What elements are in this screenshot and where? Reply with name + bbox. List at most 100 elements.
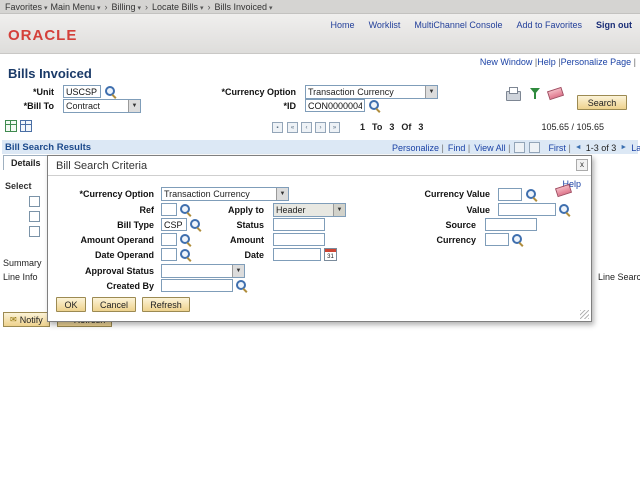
bill-to-select[interactable]: Contract <box>63 99 141 113</box>
nav-multichannel-console-link[interactable]: MultiChannel Console <box>414 20 502 30</box>
help-link[interactable]: Help <box>537 57 560 67</box>
dlg-date-operand-input[interactable] <box>161 248 177 261</box>
dlg-approval-status-label: Approval Status <box>48 266 158 276</box>
currency-option-label: *Currency Option <box>150 87 300 97</box>
dlg-amount-input[interactable] <box>273 233 325 246</box>
pager-next-icon[interactable]: ► <box>620 144 627 151</box>
nav-home-link[interactable]: Home <box>331 20 355 30</box>
bill-search-criteria-dialog: Bill Search Criteria x Help *Currency Op… <box>47 155 592 322</box>
breadcrumb-locate-bills[interactable]: Locate Bills <box>152 2 204 12</box>
chunk-prev-icon[interactable]: ‹ <box>301 122 312 133</box>
dlg-currency-input[interactable] <box>485 233 509 246</box>
row-select-checkbox[interactable] <box>29 196 40 207</box>
pager-prev-icon[interactable]: ◄ <box>575 144 582 151</box>
print-icon[interactable] <box>505 87 520 100</box>
currency-option-select[interactable]: Transaction Currency <box>305 85 438 99</box>
new-window-link[interactable]: New Window <box>480 57 537 67</box>
dlg-currency-value-input[interactable] <box>498 188 522 201</box>
date-operand-lookup-icon[interactable] <box>180 249 192 261</box>
dlg-bill-type-label: Bill Type <box>48 220 158 230</box>
chunk-to-label: To <box>372 122 382 132</box>
amount-operand-lookup-icon[interactable] <box>180 234 192 246</box>
cancel-button[interactable]: Cancel <box>92 297 136 312</box>
unit-label: *Unit <box>0 87 58 97</box>
chevron-down-icon <box>232 265 244 277</box>
eraser-icon[interactable] <box>546 86 563 100</box>
download-icon[interactable] <box>529 142 540 153</box>
dlg-source-input[interactable] <box>485 218 537 231</box>
row-select-checkbox[interactable] <box>29 211 40 222</box>
chevron-down-icon <box>333 204 345 216</box>
ref-lookup-icon[interactable] <box>180 204 192 216</box>
view-all-link[interactable]: View All <box>474 143 510 153</box>
find-link[interactable]: Find <box>448 143 470 153</box>
dlg-apply-to-label: Apply to <box>196 205 268 215</box>
dlg-value-input[interactable] <box>498 203 556 216</box>
download-grid-icon[interactable] <box>20 120 32 132</box>
sign-out-link[interactable]: Sign out <box>596 20 632 30</box>
pager-first-link[interactable]: First <box>548 143 570 153</box>
pager-range: 1-3 of 3 <box>586 143 617 153</box>
dlg-date-label: Date <box>196 250 268 260</box>
filter-icon[interactable] <box>529 87 541 100</box>
chunk-of-label: Of <box>401 122 411 132</box>
chunk-to-value: 3 <box>389 122 394 132</box>
ok-button[interactable]: OK <box>56 297 86 312</box>
dlg-value-label: Value <box>366 205 494 215</box>
row-select-checkbox[interactable] <box>29 226 40 237</box>
chunk-next-icon[interactable]: › <box>315 122 326 133</box>
currency-lookup-icon[interactable] <box>512 234 524 246</box>
zoom-grid-icon[interactable] <box>514 142 525 153</box>
personalize-page-link[interactable]: Personalize Page <box>561 57 636 67</box>
id-lookup-icon[interactable] <box>369 100 381 112</box>
currency-option-value: Transaction Currency <box>306 87 425 97</box>
unit-lookup-icon[interactable] <box>105 86 117 98</box>
tab-details[interactable]: Details <box>3 155 49 170</box>
oracle-logo: ORACLE <box>8 27 77 44</box>
page-links: New Window Help Personalize Page <box>480 57 636 67</box>
id-input[interactable] <box>305 99 365 112</box>
currency-value-lookup-icon[interactable] <box>526 189 538 201</box>
chunk-range: 1 To 3 Of 3 <box>360 122 423 132</box>
pager-last-link[interactable]: Last <box>631 143 640 153</box>
breadcrumb-favorites[interactable]: Favorites <box>5 2 47 12</box>
notify-button[interactable]: ✉ Notify <box>3 312 50 327</box>
dlg-date-input[interactable] <box>273 248 321 261</box>
dlg-amount-operand-label: Amount Operand <box>48 235 158 245</box>
breadcrumb-billing[interactable]: Billing <box>111 2 140 12</box>
chunk-first-icon[interactable]: « <box>287 122 298 133</box>
dlg-currency-value-label: Currency Value <box>366 189 494 199</box>
chunk-last-icon[interactable]: » <box>329 122 340 133</box>
dialog-refresh-button[interactable]: Refresh <box>142 297 190 312</box>
created-by-lookup-icon[interactable] <box>236 280 248 292</box>
dlg-currency-option-select[interactable]: Transaction Currency <box>161 187 289 201</box>
top-nav: Home Worklist MultiChannel Console Add t… <box>331 20 632 30</box>
dialog-divider <box>48 175 591 176</box>
dlg-ref-input[interactable] <box>161 203 177 216</box>
unit-input[interactable] <box>63 85 101 98</box>
dlg-created-by-input[interactable] <box>161 279 233 292</box>
breadcrumb-bills-invoiced[interactable]: Bills Invoiced <box>214 2 272 12</box>
dlg-created-by-label: Created By <box>48 281 158 291</box>
grid-icon[interactable] <box>5 120 17 132</box>
dlg-approval-status-select[interactable] <box>161 264 245 278</box>
personalize-link[interactable]: Personalize <box>392 143 444 153</box>
value-lookup-icon[interactable] <box>559 204 571 216</box>
clear-criteria-eraser-icon[interactable] <box>554 183 571 197</box>
dlg-amount-operand-input[interactable] <box>161 233 177 246</box>
id-label: *ID <box>240 101 300 111</box>
nav-add-to-favorites-link[interactable]: Add to Favorites <box>516 20 582 30</box>
calendar-icon[interactable]: 31 <box>324 248 337 261</box>
resize-grip[interactable] <box>580 310 589 319</box>
dlg-bill-type-input[interactable] <box>161 218 187 231</box>
dlg-currency-option-value: Transaction Currency <box>162 189 276 199</box>
dlg-currency-option-label: *Currency Option <box>48 189 158 199</box>
breadcrumb-main-menu[interactable]: Main Menu <box>50 2 100 12</box>
close-icon[interactable]: x <box>576 159 588 171</box>
dlg-status-input[interactable] <box>273 218 325 231</box>
nav-worklist-link[interactable]: Worklist <box>369 20 401 30</box>
chunk-of-value: 3 <box>418 122 423 132</box>
search-button[interactable]: Search <box>577 95 627 110</box>
dialog-title: Bill Search Criteria <box>56 160 147 172</box>
chunk-action-icon[interactable]: ▪ <box>272 122 283 133</box>
